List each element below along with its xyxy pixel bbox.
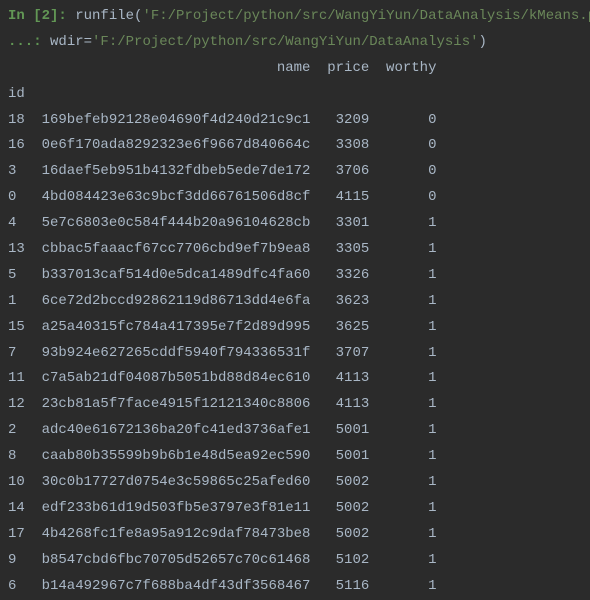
id-index-label: id bbox=[8, 82, 582, 108]
runfile-arg: 'F:/Project/python/src/WangYiYun/DataAna… bbox=[142, 8, 590, 24]
wdir-key: wdir= bbox=[50, 34, 92, 50]
input-prompt: In [2]: bbox=[8, 8, 67, 24]
table-row: 14 edf233b61d19d503fb5e3797e3f81e11 5002… bbox=[8, 496, 582, 522]
close-paren: ) bbox=[479, 34, 487, 50]
table-row: 5 b337013caf514d0e5dca1489dfc4fa60 3326 … bbox=[8, 263, 582, 289]
table-row: 6 b14a492967c7f688ba4df43df3568467 5116 … bbox=[8, 574, 582, 600]
console-output: In [2]: runfile( 'F:/Project/python/src/W… bbox=[8, 4, 582, 599]
wdir-value: 'F:/Project/python/src/WangYiYun/DataAna… bbox=[92, 34, 478, 50]
table-row: 9 b8547cbd6fbc70705d52657c70c61468 5102 … bbox=[8, 548, 582, 574]
table-row: 3 16daef5eb951b4132fdbeb5ede7de172 3706 … bbox=[8, 159, 582, 185]
table-row: 17 4b4268fc1fe8a95a912c9daf78473be8 5002… bbox=[8, 522, 582, 548]
table-row: 10 30c0b17727d0754e3c59865c25afed60 5002… bbox=[8, 470, 582, 496]
continuation-prompt: ...: bbox=[8, 34, 50, 50]
input-cell-line2: ...: wdir='F:/Project/python/src/WangYiY… bbox=[8, 30, 582, 56]
table-row: 11 c7a5ab21df04087b5051bd88d84ec610 4113… bbox=[8, 366, 582, 392]
table-row: 1 6ce72d2bccd92862119d86713dd4e6fa 3623 … bbox=[8, 289, 582, 315]
table-row: 13 cbbac5faaacf67cc7706cbd9ef7b9ea8 3305… bbox=[8, 237, 582, 263]
table-row: 15 a25a40315fc784a417395e7f2d89d995 3625… bbox=[8, 315, 582, 341]
table-row: 2 adc40e61672136ba20fc41ed3736afe1 5001 … bbox=[8, 418, 582, 444]
table-row: 8 caab80b35599b9b6b1e48d5ea92ec590 5001 … bbox=[8, 444, 582, 470]
table-row: 12 23cb81a5f7face4915f12121340c8806 4113… bbox=[8, 392, 582, 418]
table-row: 16 0e6f170ada8292323e6f9667d840664c 3308… bbox=[8, 133, 582, 159]
table-row: 18 169befeb92128e04690f4d240d21c9c1 3209… bbox=[8, 108, 582, 134]
input-cell-line1: In [2]: runfile('F:/Project/python/src/W… bbox=[8, 4, 582, 30]
table-row: 7 93b924e627265cddf5940f794336531f 3707 … bbox=[8, 341, 582, 367]
dataframe-output: name price worthyid18 169befeb92128e0469… bbox=[8, 56, 582, 600]
table-row: 4 5e7c6803e0c584f444b20a96104628cb 3301 … bbox=[8, 211, 582, 237]
table-row: 0 4bd084423e63c9bcf3dd66761506d8cf 4115 … bbox=[8, 185, 582, 211]
runfile-call: runfile( bbox=[67, 8, 143, 24]
column-headers: name price worthy bbox=[8, 56, 582, 82]
